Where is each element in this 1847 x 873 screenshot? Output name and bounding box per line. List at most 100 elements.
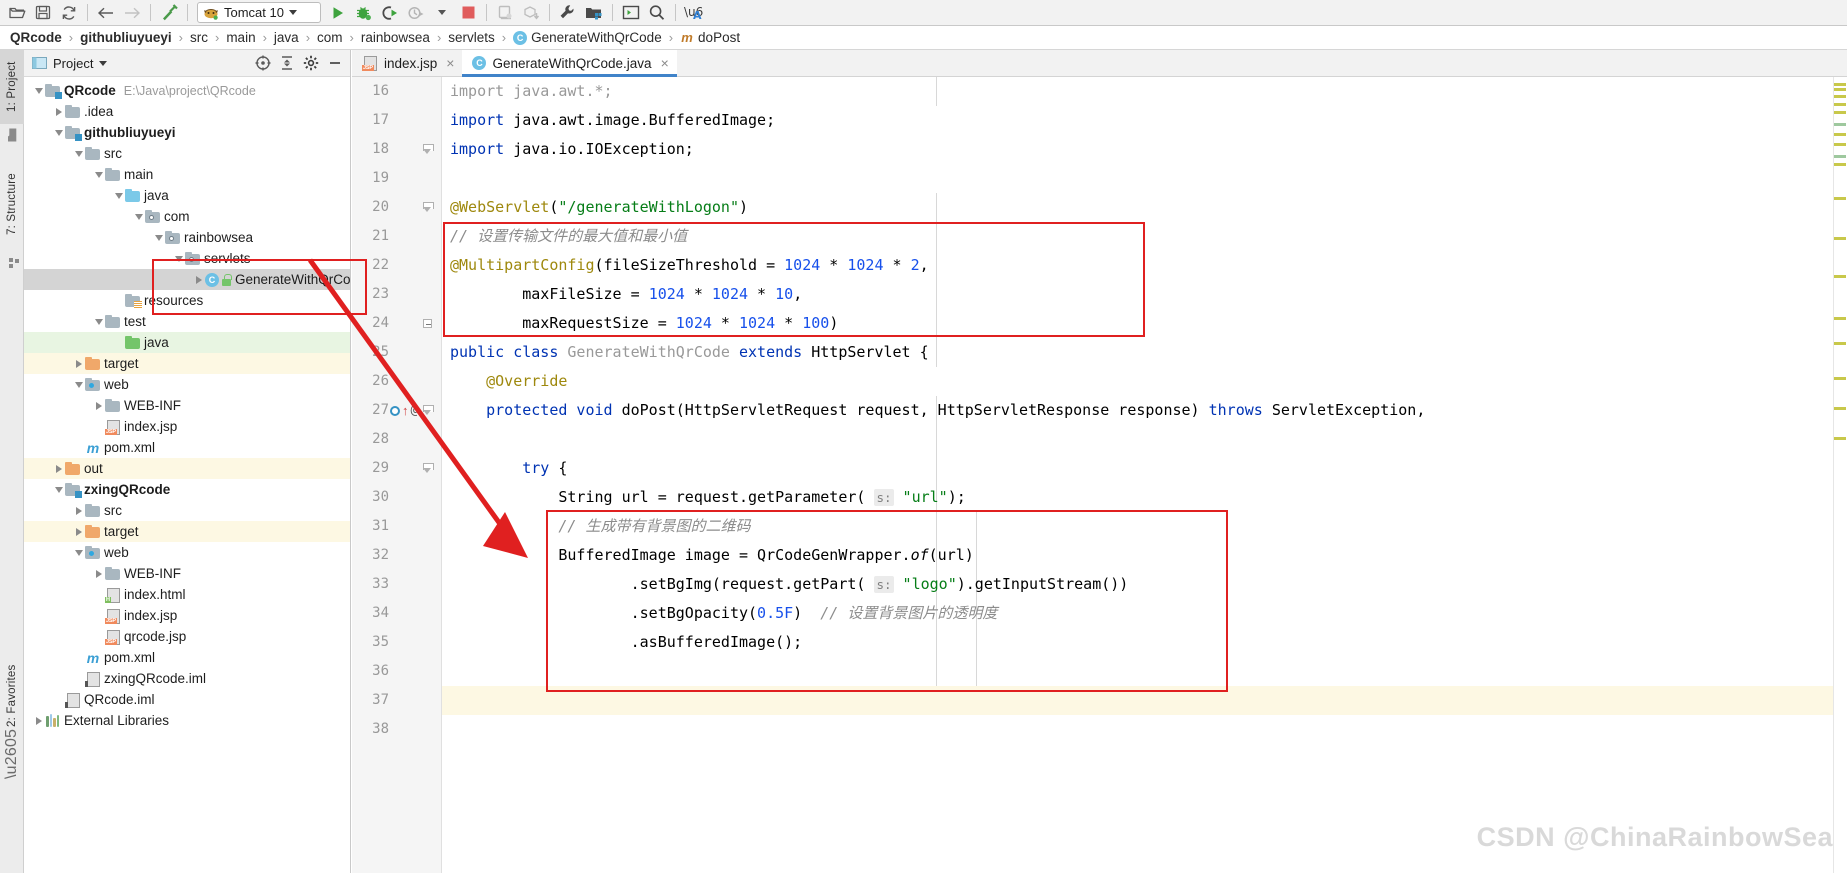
- code-fold-marker[interactable]: [421, 454, 434, 483]
- profile-dropdown-icon[interactable]: [429, 1, 455, 25]
- terminal-icon[interactable]: [618, 1, 644, 25]
- code-text[interactable]: import java.awt.*; import java.awt.image.…: [442, 77, 1847, 873]
- breadcrumb-item-rainbowsea[interactable]: rainbowsea: [361, 30, 430, 45]
- chevron-right-icon[interactable]: [52, 101, 65, 122]
- code-analysis-marker[interactable]: [1834, 237, 1846, 240]
- run-with-coverage-icon[interactable]: [377, 1, 403, 25]
- chevron-down-icon[interactable]: [72, 374, 85, 395]
- breadcrumb-item-java[interactable]: java: [274, 30, 299, 45]
- tree-node-java[interactable]: java: [24, 185, 350, 206]
- chevron-right-icon[interactable]: [72, 500, 85, 521]
- code-analysis-marker[interactable]: [1834, 163, 1846, 166]
- chevron-right-icon[interactable]: [32, 710, 45, 731]
- search-everywhere-icon[interactable]: [644, 1, 670, 25]
- tree-node-index-jsp[interactable]: JSP index.jsp: [24, 416, 350, 437]
- chevron-down-icon[interactable]: [72, 542, 85, 563]
- tree-node-zxingqrcode[interactable]: zxingQRcode: [24, 479, 350, 500]
- chevron-down-icon[interactable]: [152, 227, 165, 248]
- save-all-icon[interactable]: [30, 1, 56, 25]
- chevron-right-icon[interactable]: [72, 521, 85, 542]
- chevron-down-icon[interactable]: [172, 248, 185, 269]
- tree-node-pom-xml[interactable]: m pom.xml: [24, 437, 350, 458]
- close-icon[interactable]: ×: [661, 55, 669, 71]
- collapse-all-icon[interactable]: [276, 52, 298, 74]
- code-analysis-marker[interactable]: [1834, 437, 1846, 440]
- settings-gear-icon[interactable]: [300, 52, 322, 74]
- chevron-down-icon[interactable]: [92, 164, 105, 185]
- gutter-markers[interactable]: ↑ @: [390, 396, 418, 425]
- tree-node-web[interactable]: web: [24, 374, 350, 395]
- code-analysis-marker[interactable]: [1834, 407, 1846, 410]
- chevron-down-icon[interactable]: [72, 143, 85, 164]
- breadcrumb-item-generatewithqrcode[interactable]: C GenerateWithQrCode: [513, 30, 662, 45]
- code-analysis-marker[interactable]: [1834, 123, 1846, 126]
- chevron-down-icon[interactable]: [52, 479, 65, 500]
- code-analysis-marker[interactable]: [1834, 95, 1846, 98]
- chevron-down-icon[interactable]: [112, 185, 125, 206]
- code-analysis-marker[interactable]: [1834, 317, 1846, 320]
- tree-node-rainbowsea[interactable]: rainbowsea: [24, 227, 350, 248]
- tree-node-qrcode[interactable]: QRcode E:\Java\project\QRcode: [24, 80, 350, 101]
- code-analysis-marker[interactable]: [1834, 342, 1846, 345]
- editor-tab-index-jsp[interactable]: JSP index.jsp ×: [352, 50, 463, 76]
- tree-node-qrcode-iml[interactable]: QRcode.iml: [24, 689, 350, 710]
- tree-node-src[interactable]: src: [24, 500, 350, 521]
- run-icon[interactable]: [325, 1, 351, 25]
- chevron-down-icon[interactable]: [32, 80, 45, 101]
- breadcrumb-item-servlets[interactable]: servlets: [448, 30, 495, 45]
- tree-node-qrcode-jsp[interactable]: JSP qrcode.jsp: [24, 626, 350, 647]
- code-fold-marker[interactable]: [421, 135, 434, 164]
- sync-refresh-icon[interactable]: [56, 1, 82, 25]
- breadcrumb-item-qrcode[interactable]: QRcode: [10, 30, 62, 45]
- code-fold-marker[interactable]: [421, 193, 434, 222]
- code-analysis-marker[interactable]: [1834, 88, 1846, 91]
- tree-node-generatewithqrco[interactable]: C GenerateWithQrCo: [24, 269, 351, 290]
- chevron-right-icon[interactable]: [72, 353, 85, 374]
- sidebar-item-project[interactable]: 1: Project: [0, 50, 24, 124]
- tree-node-java[interactable]: java: [24, 332, 350, 353]
- tree-node-githubliuyueyi[interactable]: githubliuyueyi: [24, 122, 350, 143]
- tree-node-src[interactable]: src: [24, 143, 350, 164]
- editor-tab-generatewithqrcode-java[interactable]: C GenerateWithQrCode.java ×: [462, 50, 678, 77]
- code-analysis-marker[interactable]: [1834, 377, 1846, 380]
- tree-node-main[interactable]: main: [24, 164, 350, 185]
- code-analysis-marker[interactable]: [1834, 143, 1846, 146]
- chevron-right-icon[interactable]: [92, 563, 105, 584]
- stop-icon[interactable]: [455, 1, 481, 25]
- code-analysis-marker[interactable]: [1834, 275, 1846, 278]
- debug-icon[interactable]: [351, 1, 377, 25]
- breadcrumb-item-dopost[interactable]: m doPost: [680, 30, 740, 45]
- tree-node-external-libraries[interactable]: External Libraries: [24, 710, 350, 731]
- code-analysis-marker[interactable]: [1834, 111, 1846, 114]
- override-gutter-icon[interactable]: [390, 405, 400, 416]
- chevron-down-icon[interactable]: [99, 60, 108, 66]
- tree-node-pom-xml[interactable]: m pom.xml: [24, 647, 350, 668]
- tree-node-target[interactable]: target: [24, 353, 350, 374]
- open-folder-icon[interactable]: [4, 1, 30, 25]
- code-fold-marker[interactable]: [421, 396, 434, 425]
- chevron-right-icon[interactable]: [92, 395, 105, 416]
- editor-gutter[interactable]: 16 17 18 19 20 21 22 23 24 25 26 27 ↑ @28 29 30 31 32 33 34…: [352, 77, 442, 873]
- settings-wrench-icon[interactable]: [555, 1, 581, 25]
- code-editor[interactable]: 16 17 18 19 20 21 22 23 24 25 26 27 ↑ @28 29 30 31 32 33 34…: [352, 77, 1847, 873]
- tree-node-web-inf[interactable]: WEB-INF: [24, 395, 350, 416]
- tree-node-test[interactable]: test: [24, 311, 350, 332]
- tree-node-web[interactable]: web: [24, 542, 350, 563]
- chevron-down-icon[interactable]: [52, 122, 65, 143]
- tree-node-com[interactable]: com: [24, 206, 350, 227]
- breadcrumb-item-com[interactable]: com: [317, 30, 343, 45]
- sidebar-item-structure[interactable]: 7: Structure: [0, 158, 24, 250]
- hide-panel-icon[interactable]: [324, 52, 346, 74]
- code-analysis-marker[interactable]: [1834, 103, 1846, 106]
- code-analysis-marker[interactable]: [1834, 197, 1846, 200]
- build-hammer-icon[interactable]: [156, 1, 182, 25]
- chevron-down-icon[interactable]: [92, 311, 105, 332]
- breadcrumb-item-src[interactable]: src: [190, 30, 208, 45]
- project-structure-icon[interactable]: [581, 1, 607, 25]
- tree-node-servlets[interactable]: servlets: [24, 248, 350, 269]
- close-icon[interactable]: ×: [446, 55, 454, 71]
- code-fold-marker[interactable]: [421, 309, 434, 338]
- tree-node-index-jsp[interactable]: JSP index.jsp: [24, 605, 350, 626]
- tree-node-web-inf[interactable]: WEB-INF: [24, 563, 350, 584]
- tree-node-index-html[interactable]: Hindex.html: [24, 584, 350, 605]
